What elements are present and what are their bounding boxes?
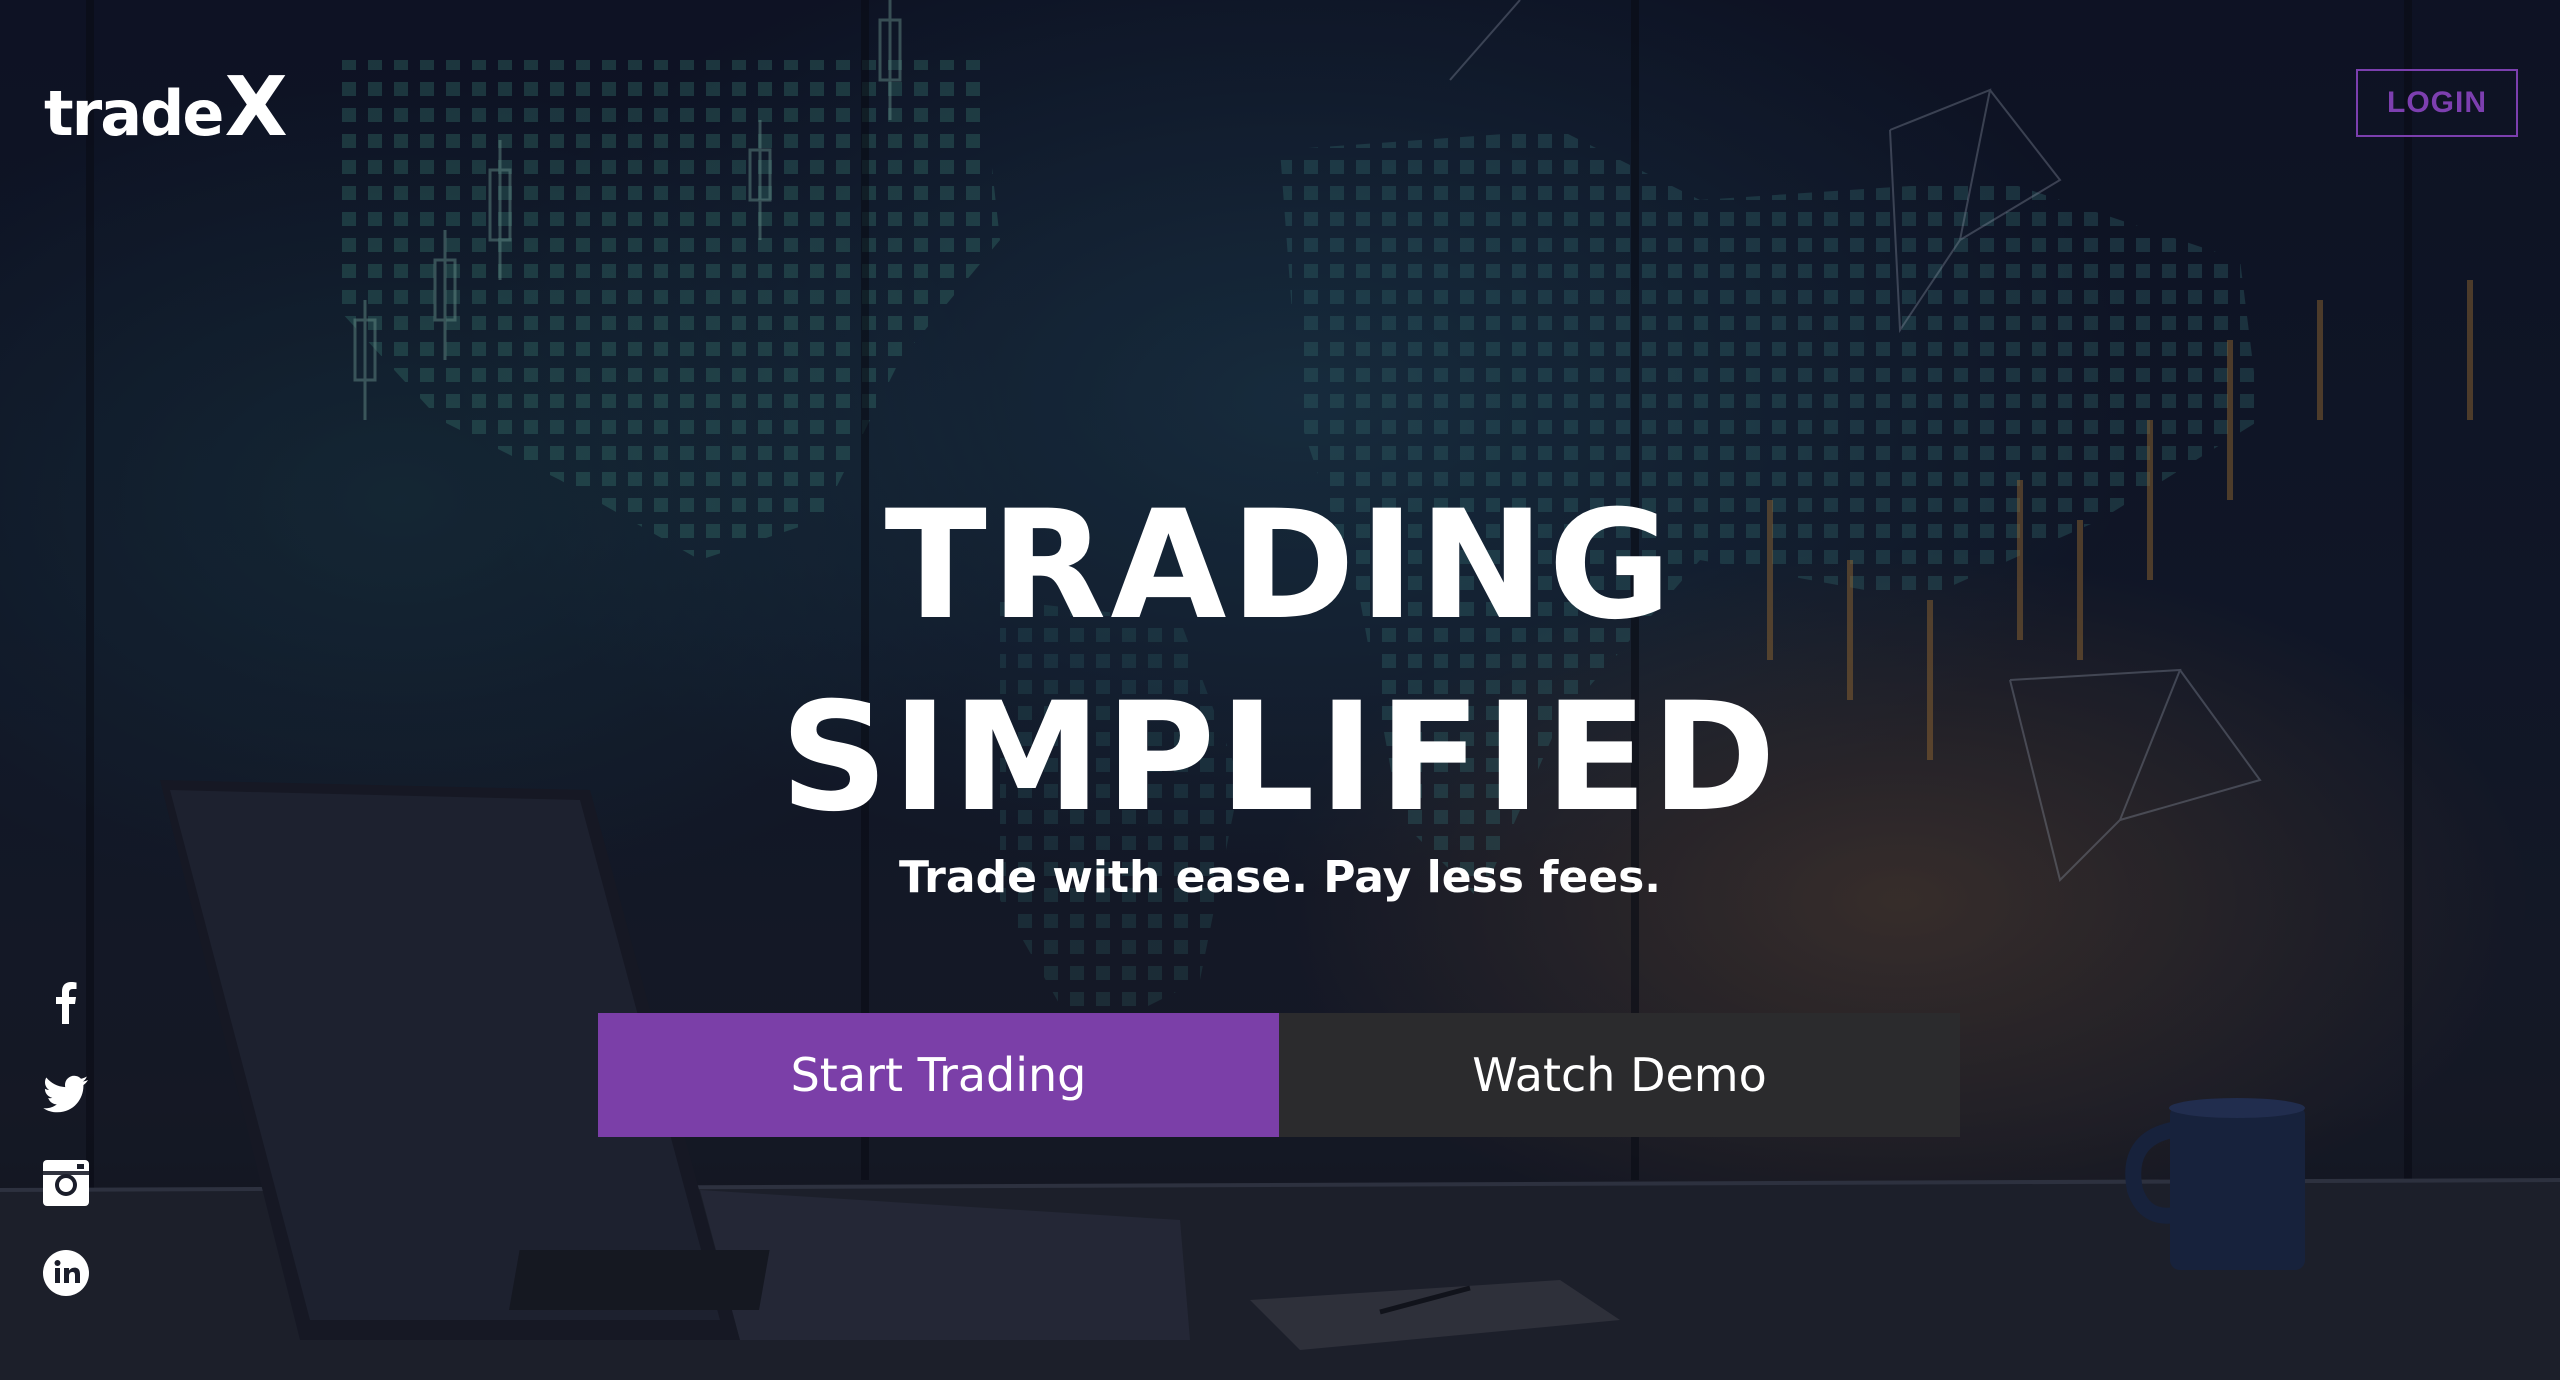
instagram-icon[interactable] bbox=[40, 1157, 92, 1209]
start-trading-button[interactable]: Start Trading bbox=[598, 1013, 1279, 1137]
hero-subheadline: Trade with ease. Pay less fees. bbox=[899, 852, 1661, 903]
headline-line-2: SIMPLIFIED bbox=[780, 671, 1780, 845]
tradex-logo[interactable]: trade X bbox=[44, 60, 288, 155]
watch-demo-button[interactable]: Watch Demo bbox=[1279, 1013, 1960, 1137]
hero-headline: TRADING SIMPLIFIED bbox=[0, 470, 2560, 854]
hero-section: trade X LOGIN TRADING SIMPLIFIED Trade w… bbox=[0, 0, 2560, 1380]
logo-x: X bbox=[224, 60, 288, 155]
login-button[interactable]: LOGIN bbox=[2356, 69, 2518, 137]
linkedin-icon[interactable] bbox=[40, 1247, 92, 1299]
facebook-icon[interactable] bbox=[40, 976, 92, 1028]
twitter-icon[interactable] bbox=[40, 1068, 92, 1120]
logo-text: trade bbox=[44, 77, 224, 150]
headline-line-1: TRADING bbox=[884, 479, 1676, 653]
